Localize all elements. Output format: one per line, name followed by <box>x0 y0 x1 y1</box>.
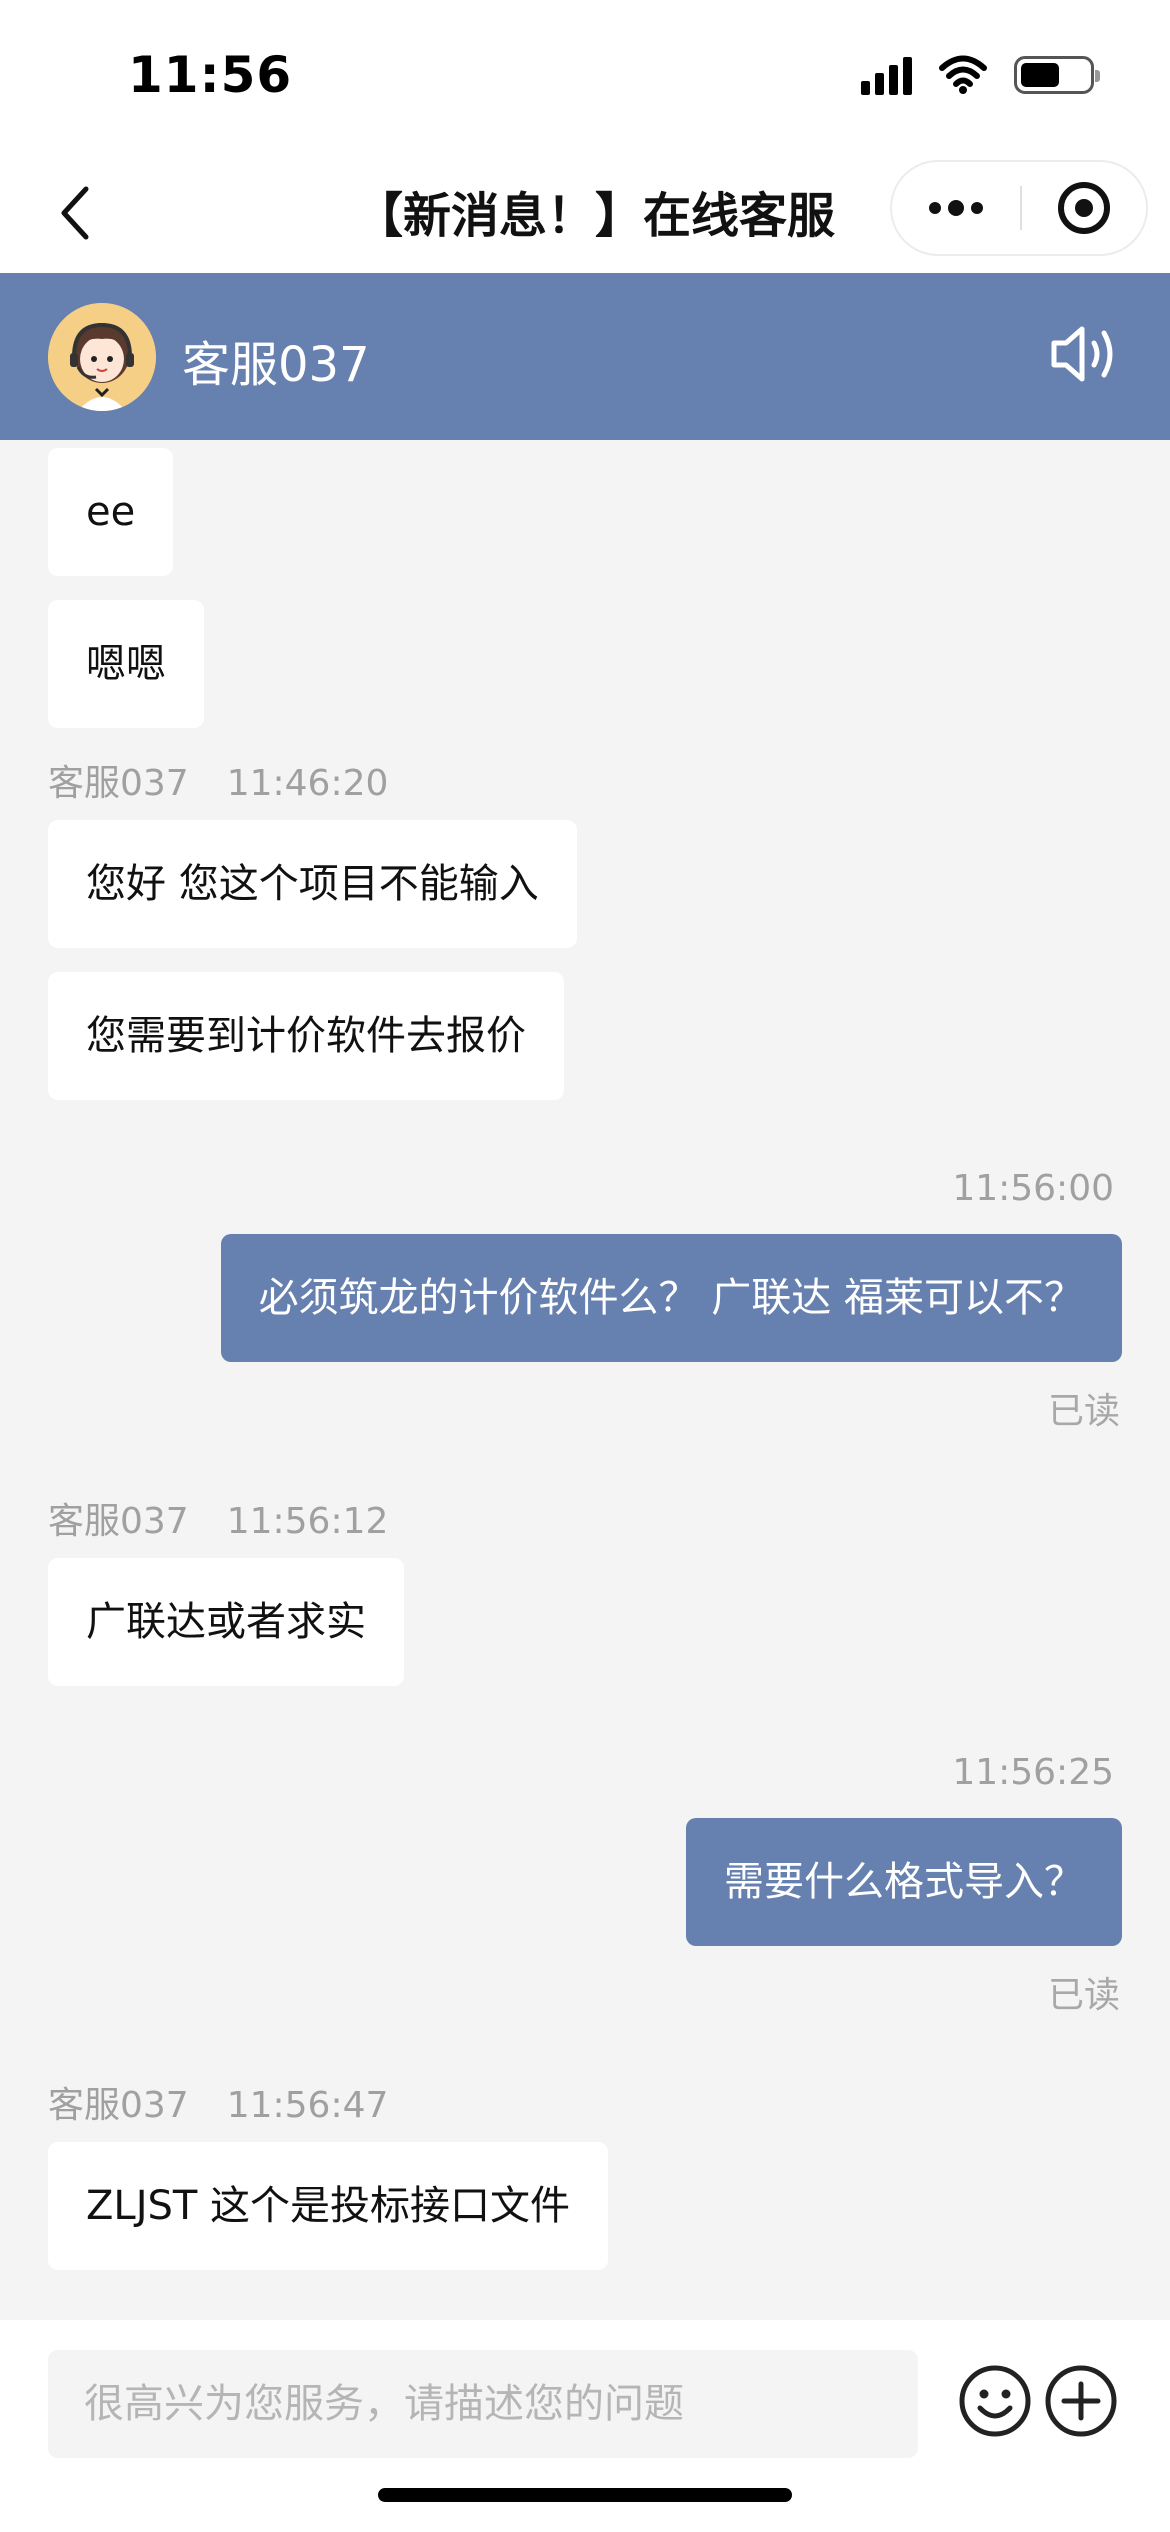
target-close-icon <box>1058 182 1110 234</box>
sender-name: 客服037 <box>48 763 189 804</box>
speaker-icon[interactable] <box>1048 319 1122 389</box>
message-bubble-outgoing[interactable]: 必须筑龙的计价软件么？ 广联达 福莱可以不？ <box>220 1234 1122 1362</box>
message-meta: 客服037 11:56:47 <box>48 2076 388 2128</box>
sender-name: 客服037 <box>48 2085 189 2126</box>
message-time: 11:56:12 <box>226 1501 389 1542</box>
more-button[interactable] <box>892 162 1020 254</box>
agent-name: 客服037 <box>182 337 370 393</box>
plus-icon[interactable] <box>1044 2364 1118 2438</box>
more-dots-icon <box>929 202 941 214</box>
emoji-icon[interactable] <box>958 2364 1032 2438</box>
mini-program-capsule <box>890 160 1148 256</box>
agent-avatar <box>48 303 156 411</box>
message-bubble-incoming[interactable]: ZLJST 这个是投标接口文件 <box>48 2142 609 2270</box>
message-time: 11:56:25 <box>952 1752 1114 1793</box>
message-time: 11:46:20 <box>226 763 389 804</box>
status-time: 11:56 <box>128 46 293 104</box>
message-time: 11:56:47 <box>226 2085 389 2126</box>
close-mini-program-button[interactable] <box>1022 162 1146 254</box>
message-time: 11:56:00 <box>952 1168 1114 1209</box>
status-icons <box>861 50 1100 100</box>
battery-icon <box>1014 56 1100 94</box>
message-meta: 客服037 11:46:20 <box>48 754 388 806</box>
read-receipt: 已读 <box>1047 1975 1120 2016</box>
message-bubble-incoming[interactable]: 您好 您这个项目不能输入 <box>48 820 577 948</box>
nav-bar: 【新消息！】在线客服 <box>0 150 1170 273</box>
sender-name: 客服037 <box>48 1501 189 1542</box>
chat-messages[interactable]: ee 嗯嗯 客服037 11:46:20 您好 您这个项目不能输入 您需要到计价软… <box>0 440 1170 2320</box>
message-bubble-incoming[interactable]: 嗯嗯 <box>48 600 204 728</box>
message-bubble-outgoing[interactable]: 需要什么格式导入？ <box>686 1818 1122 1946</box>
wifi-icon <box>939 55 987 94</box>
cellular-signal-icon <box>861 55 912 95</box>
message-bubble-incoming[interactable]: ee <box>48 448 174 576</box>
message-input[interactable]: 很高兴为您服务，请描述您的问题 <box>48 2350 918 2458</box>
read-receipt: 已读 <box>1047 1391 1120 1432</box>
message-meta: 客服037 11:56:12 <box>48 1492 388 1544</box>
message-bubble-incoming[interactable]: 您需要到计价软件去报价 <box>48 972 564 1100</box>
message-bubble-incoming[interactable]: 广联达或者求实 <box>48 1558 404 1686</box>
customer-service-avatar-icon <box>48 303 156 411</box>
agent-header: 客服037 <box>0 273 1170 440</box>
home-indicator <box>378 2488 792 2502</box>
status-bar: 11:56 <box>0 0 1170 150</box>
